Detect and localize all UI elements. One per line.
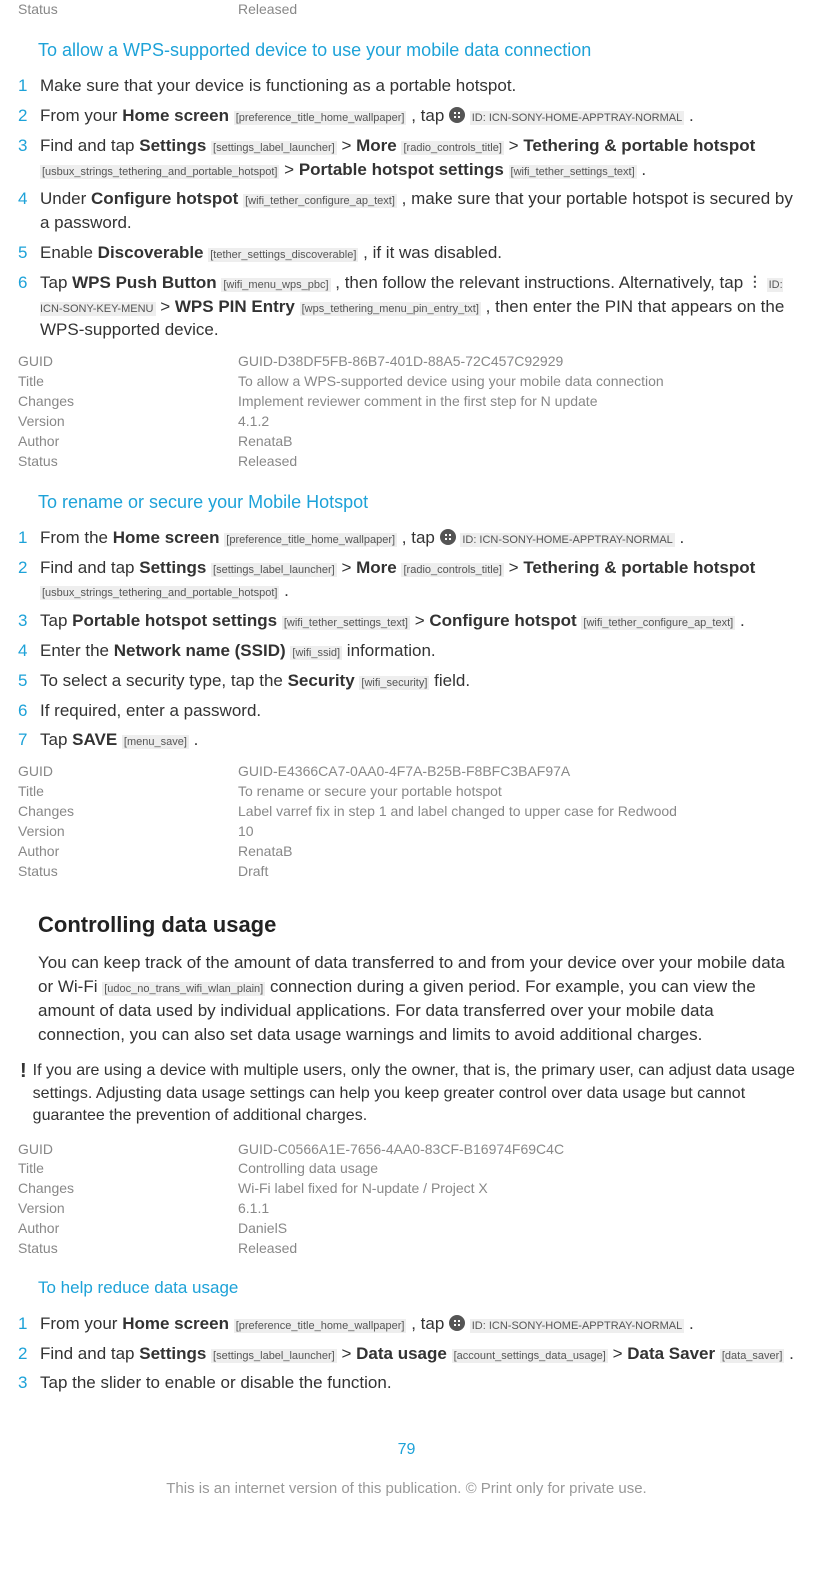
rename-hotspot-steps: 1From the Home screen [preference_title_… [18, 524, 795, 756]
controlling-data-usage-heading: Controlling data usage [38, 910, 795, 940]
step-6: 6If required, enter a password. [18, 697, 795, 727]
step-1: 1From your Home screen [preference_title… [18, 1310, 795, 1340]
step-3: 3Tap Portable hotspot settings [wifi_tet… [18, 607, 795, 637]
reduce-data-usage-steps: 1From your Home screen [preference_title… [18, 1310, 795, 1399]
page-number: 79 [18, 1439, 795, 1461]
step-7: 7Tap SAVE [menu_save] . [18, 726, 795, 756]
wps-allow-steps: 1Make sure that your device is functioni… [18, 72, 795, 346]
step-3: 3Tap the slider to enable or disable the… [18, 1369, 795, 1399]
step-1: 1Make sure that your device is functioni… [18, 72, 795, 102]
status-val: Released [238, 0, 795, 20]
status-key: Status [18, 0, 238, 20]
step-2: 2Find and tap Settings [settings_label_l… [18, 554, 795, 608]
meta-block-2: GUIDGUID-E4366CA7-0AA0-4F7A-B25B-F8BFC3B… [18, 762, 795, 881]
rename-hotspot-title: To rename or secure your Mobile Hotspot [38, 490, 795, 514]
step-2: 2Find and tap Settings [settings_label_l… [18, 1340, 795, 1370]
step-3: 3Find and tap Settings [settings_label_l… [18, 132, 795, 186]
step-4: 4Under Configure hotspot [wifi_tether_co… [18, 185, 795, 239]
step-2: 2From your Home screen [preference_title… [18, 102, 795, 132]
top-meta: StatusReleased [18, 0, 795, 20]
apptray-icon [449, 107, 465, 123]
step-4: 4Enter the Network name (SSID) [wifi_ssi… [18, 637, 795, 667]
apptray-icon [440, 529, 456, 545]
meta-block-1: GUIDGUID-D38DF5FB-86B7-401D-88A5-72C457C… [18, 352, 795, 471]
wps-allow-title: To allow a WPS-supported device to use y… [38, 38, 795, 62]
step-1: 1From the Home screen [preference_title_… [18, 524, 795, 554]
meta-block-3: GUIDGUID-C0566A1E-7656-4AA0-83CF-B16974F… [18, 1140, 795, 1259]
note-multiuser: ! If you are using a device with multipl… [20, 1060, 795, 1127]
step-5: 5To select a security type, tap the Secu… [18, 667, 795, 697]
footer-notice: This is an internet version of this publ… [18, 1479, 795, 1499]
note-icon: ! [20, 1060, 27, 1127]
menu-key-icon: ⋮ [748, 277, 762, 285]
step-6: 6Tap WPS Push Button [wifi_menu_wps_pbc]… [18, 269, 795, 346]
step-5: 5Enable Discoverable [tether_settings_di… [18, 239, 795, 269]
data-usage-paragraph: You can keep track of the amount of data… [38, 951, 795, 1046]
apptray-icon [449, 1315, 465, 1331]
reduce-data-usage-title: To help reduce data usage [38, 1277, 795, 1300]
